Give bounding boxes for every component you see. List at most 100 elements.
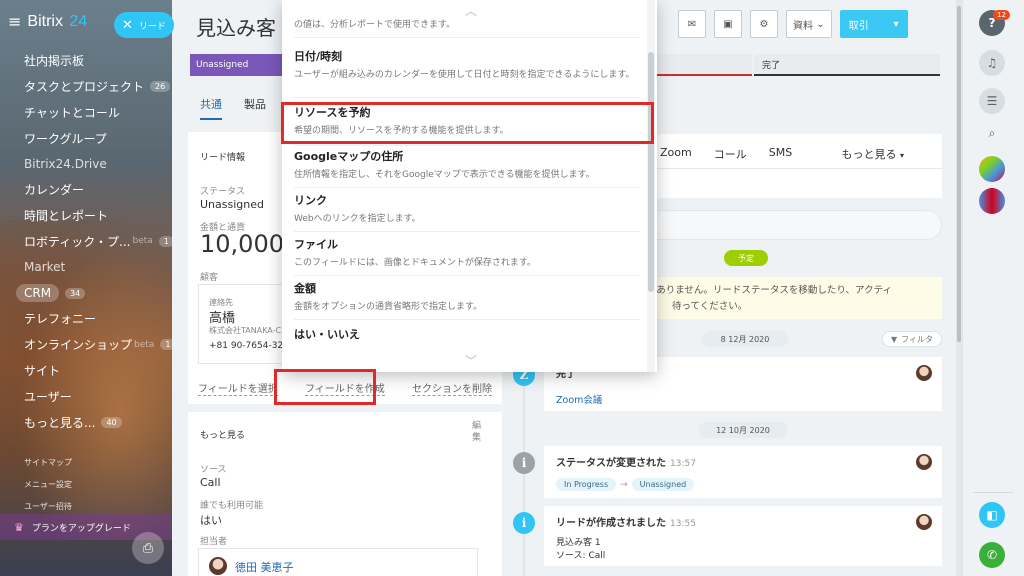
chevron-down-icon: ▾: [899, 151, 904, 160]
field-type-google-maps[interactable]: Googleマップの住所 住所情報を指定し、それをGoogleマップで表示できる…: [294, 148, 640, 188]
beta-label: beta: [132, 236, 153, 247]
tab-products[interactable]: 製品: [244, 96, 266, 120]
page-scrollbar-thumb[interactable]: [957, 6, 961, 342]
client-label: 顧客: [200, 273, 219, 283]
status-from-tag: In Progress: [556, 478, 617, 491]
phone-number[interactable]: +81 90-7654-321: [209, 341, 289, 351]
item-title: ステータスが変更された: [556, 458, 666, 469]
sidebar-item-online-shop[interactable]: オンラインショップ beta 1: [0, 332, 172, 358]
dropdown-scrollbar-thumb[interactable]: [648, 52, 654, 292]
sidebar-item-drive[interactable]: Bitrix24.Drive: [0, 151, 172, 177]
chevron-up-icon[interactable]: ︿: [456, 2, 486, 18]
chat-icon[interactable]: ◧: [979, 502, 1005, 528]
timeline-more-button[interactable]: もっと見る ▾: [841, 146, 904, 162]
field-type-option[interactable]: の値は、分析レポートで使用できます。: [294, 18, 640, 38]
sidebar-item-users[interactable]: ユーザー: [0, 383, 172, 409]
filter-icon: ▼: [891, 334, 898, 344]
mail-button[interactable]: ✉: [678, 10, 706, 38]
sidebar-nav: 社内掲示板 タスクとプロジェクト 26 チャットとコール ワークグループ Bitr…: [0, 48, 172, 435]
beta-label: beta: [134, 339, 155, 350]
sidebar-item-calendar[interactable]: カレンダー: [0, 177, 172, 203]
app-icon[interactable]: [979, 156, 1005, 182]
sidebar-item-time-reports[interactable]: 時間とレポート: [0, 203, 172, 229]
highlight-resource-booking: [281, 102, 654, 144]
detail-tabs: 共通 製品: [200, 96, 266, 120]
arrow-right-icon: →: [620, 480, 628, 490]
card-heading: リード情報: [200, 153, 246, 163]
count-badge: 40: [101, 416, 122, 428]
stage-final[interactable]: 完了: [754, 54, 940, 76]
chevron-down-icon[interactable]: ▾: [894, 19, 899, 30]
bell-icon[interactable]: ♫: [979, 50, 1005, 76]
field-type-link[interactable]: リンク Webへのリンクを指定します。: [294, 192, 640, 232]
select-field-link[interactable]: フィールドを選択: [198, 380, 278, 396]
sidebar-item-chat[interactable]: チャットとコール: [0, 100, 172, 126]
responsible-name[interactable]: 徳田 美恵子: [235, 559, 294, 575]
logo[interactable]: ≡ Bitrix 24: [8, 12, 87, 31]
more-info-card: もっと見る 編集 ソース Call 誰でも利用可能 はい 担当者 徳田 美恵子: [188, 412, 502, 576]
stage-current[interactable]: Unassigned: [190, 54, 290, 76]
sidebar-item-rpa[interactable]: ロボティック・プ... beta 1: [0, 229, 172, 255]
item-detail: 見込み客 1: [556, 538, 601, 548]
field-type-money[interactable]: 金額 金額をオプションの通貨省略形で指定します。: [294, 280, 640, 320]
item-time: 13:57: [670, 459, 696, 469]
sidebar-item-tasks[interactable]: タスクとプロジェクト 26: [0, 74, 172, 100]
source-label: ソース: [200, 465, 227, 475]
field-type-dropdown: ︿ の値は、分析レポートで使用できます。 日付/時刻 ユーザーが組み込みのカレン…: [282, 0, 657, 372]
item-title: リードが作成されました: [556, 518, 666, 529]
edit-link[interactable]: 編集: [472, 420, 484, 444]
tab-zoom[interactable]: Zoom: [660, 146, 692, 162]
item-time: 13:55: [670, 519, 696, 529]
status-label: ステータス: [200, 187, 246, 197]
tab-general[interactable]: 共通: [200, 96, 222, 120]
tab-call[interactable]: コール: [714, 146, 747, 162]
tab-sms[interactable]: SMS: [769, 146, 792, 162]
chevron-down-icon[interactable]: ﹀: [456, 352, 486, 368]
menu-settings-link[interactable]: メニュー設定: [24, 474, 72, 496]
contact-name[interactable]: 高橋: [209, 307, 235, 326]
sitemap-link[interactable]: サイトマップ: [24, 452, 72, 474]
filter-button[interactable]: ▼ フィルタ: [882, 331, 942, 347]
sidebar-item-sites[interactable]: サイト: [0, 358, 172, 384]
source-value: Call: [200, 476, 221, 489]
field-type-file[interactable]: ファイル このフィールドには、画像とドキュメントが保存されます。: [294, 236, 640, 276]
chat-icon: ▣: [723, 18, 733, 30]
field-type-datetime[interactable]: 日付/時刻 ユーザーが組み込みのカレンダーを使用して日付と時刻を指定できるように…: [294, 48, 640, 98]
info-icon: i: [513, 512, 535, 534]
zoom-meeting-link[interactable]: Zoom会議: [556, 392, 930, 406]
menu-icon[interactable]: ≡: [8, 12, 21, 31]
highlight-create-field: [274, 369, 376, 405]
deal-button[interactable]: 取引 ▾: [839, 10, 908, 38]
lead-close-chip[interactable]: ✕ リード: [114, 12, 174, 38]
sidebar-small-links: サイトマップ メニュー設定 ユーザー招待: [24, 452, 72, 518]
plan-badge: 予定: [724, 250, 768, 266]
search-icon[interactable]: ⌕: [979, 120, 1005, 146]
sidebar-item-more[interactable]: もっと見る... 40: [0, 409, 172, 435]
responsible-label: 担当者: [200, 537, 228, 547]
sidebar-item-workgroups[interactable]: ワークグループ: [0, 125, 172, 151]
settings-button[interactable]: ⚙: [750, 10, 778, 38]
delete-section-link[interactable]: セクションを削除: [412, 380, 492, 396]
available-label: 誰でも利用可能: [200, 501, 264, 511]
date-separator: 8 12月 2020: [702, 331, 788, 347]
documents-button[interactable]: 資料 ⌄: [786, 10, 832, 38]
brand-name: Bitrix 24: [27, 12, 88, 30]
company-name: 株式会社TANAKA-C: [209, 326, 282, 335]
phone-icon[interactable]: ✆: [979, 542, 1005, 568]
sidebar-item-crm[interactable]: CRM 34: [0, 280, 172, 306]
available-value: はい: [200, 514, 222, 527]
count-badge: 1: [160, 339, 172, 351]
sidebar-item-feed[interactable]: 社内掲示板: [0, 48, 172, 74]
sidebar-item-telephony[interactable]: テレフォニー: [0, 306, 172, 332]
avatar: [916, 365, 932, 381]
app-icon[interactable]: [979, 188, 1005, 214]
count-badge: 1: [158, 235, 172, 247]
print-icon[interactable]: ⎙: [132, 532, 164, 564]
notification-count-badge: 12: [993, 10, 1010, 20]
close-icon[interactable]: ✕: [122, 18, 133, 33]
chevron-down-icon: ⌄: [816, 18, 825, 30]
chat-button[interactable]: ▣: [714, 10, 742, 38]
avatar: [916, 454, 932, 470]
messages-icon[interactable]: ☰: [979, 88, 1005, 114]
sidebar-item-market[interactable]: Market: [0, 254, 172, 280]
